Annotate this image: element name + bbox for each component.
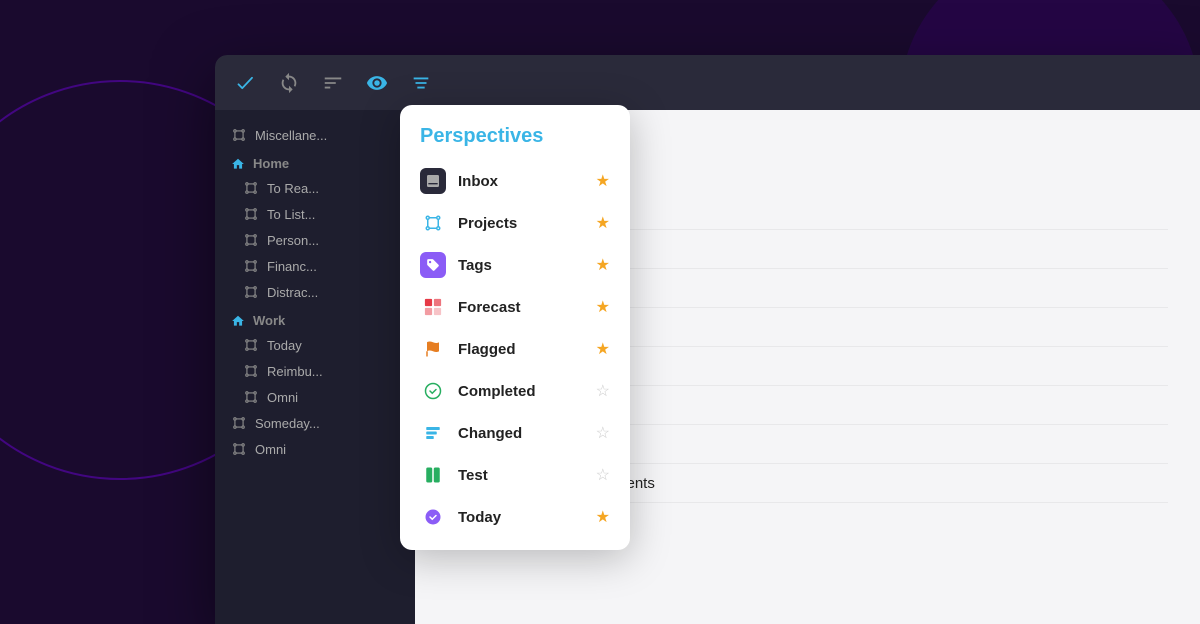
sidebar-label-miscellaneous: Miscellane... xyxy=(255,128,327,143)
perspective-label-completed: Completed xyxy=(458,383,596,400)
inbox-perspective-icon xyxy=(420,168,446,194)
perspective-label-flagged: Flagged xyxy=(458,341,596,358)
node-icon xyxy=(243,363,259,379)
sidebar-header-home[interactable]: Home xyxy=(215,148,415,175)
sidebar-label-omni-work: Omni xyxy=(267,390,298,405)
node-icon xyxy=(231,441,247,457)
toolbar-perspectives-icon[interactable] xyxy=(407,69,435,97)
sidebar-item-finance[interactable]: Financ... xyxy=(215,253,415,279)
perspective-item-forecast[interactable]: Forecast ★ xyxy=(400,286,630,328)
perspectives-title: Perspectives xyxy=(400,125,630,160)
changed-perspective-icon xyxy=(420,420,446,446)
perspective-item-flagged[interactable]: Flagged ★ xyxy=(400,328,630,370)
sidebar-item-someday[interactable]: Someday... xyxy=(215,410,415,436)
perspective-label-inbox: Inbox xyxy=(458,173,596,190)
test-perspective-icon xyxy=(420,462,446,488)
perspective-item-completed[interactable]: Completed ☆ xyxy=(400,370,630,412)
perspective-label-tags: Tags xyxy=(458,257,596,274)
perspective-label-changed: Changed xyxy=(458,425,596,442)
sidebar-item-toread[interactable]: To Rea... xyxy=(215,175,415,201)
node-icon xyxy=(231,127,247,143)
star-completed[interactable]: ☆ xyxy=(596,381,610,401)
sidebar-label-someday: Someday... xyxy=(255,416,320,431)
star-tags[interactable]: ★ xyxy=(596,255,610,275)
app-window: Miscellane... Home To Rea... To List... xyxy=(215,55,1200,624)
star-today[interactable]: ★ xyxy=(596,507,610,527)
perspective-item-changed[interactable]: Changed ☆ xyxy=(400,412,630,454)
toolbar xyxy=(215,55,1200,110)
node-icon xyxy=(243,389,259,405)
node-icon xyxy=(243,337,259,353)
perspective-label-forecast: Forecast xyxy=(458,299,596,316)
toolbar-eye-icon[interactable] xyxy=(363,69,391,97)
sidebar-label-home: Home xyxy=(253,156,289,171)
sidebar-item-today[interactable]: Today xyxy=(215,332,415,358)
perspective-label-today: Today xyxy=(458,509,596,526)
sidebar-item-omni[interactable]: Omni xyxy=(215,436,415,462)
sidebar-item-reimbu[interactable]: Reimbu... xyxy=(215,358,415,384)
main-content: Miscellane... Home To Rea... To List... xyxy=(215,110,1200,624)
star-test[interactable]: ☆ xyxy=(596,465,610,485)
sidebar-label-distracted: Distrac... xyxy=(267,285,318,300)
node-icon xyxy=(243,258,259,274)
star-flagged[interactable]: ★ xyxy=(596,339,610,359)
completed-perspective-icon xyxy=(420,378,446,404)
projects-perspective-icon xyxy=(420,210,446,236)
toolbar-filter-icon[interactable] xyxy=(319,69,347,97)
sidebar-item-tolisten[interactable]: To List... xyxy=(215,201,415,227)
sidebar-item-personal[interactable]: Person... xyxy=(215,227,415,253)
sidebar-item-miscellaneous[interactable]: Miscellane... xyxy=(215,122,415,148)
perspective-item-inbox[interactable]: Inbox ★ xyxy=(400,160,630,202)
perspective-label-test: Test xyxy=(458,467,596,484)
star-forecast[interactable]: ★ xyxy=(596,297,610,317)
perspectives-dropdown: Perspectives Inbox ★ Projects ★ Tags ★ xyxy=(400,105,630,550)
sidebar-label-personal: Person... xyxy=(267,233,319,248)
sidebar-item-distracted[interactable]: Distrac... xyxy=(215,279,415,305)
forecast-perspective-icon xyxy=(420,294,446,320)
sidebar-label-toread: To Rea... xyxy=(267,181,319,196)
perspective-item-today[interactable]: Today ★ xyxy=(400,496,630,538)
sidebar-label-today: Today xyxy=(267,338,302,353)
sidebar-label-omni: Omni xyxy=(255,442,286,457)
perspective-item-tags[interactable]: Tags ★ xyxy=(400,244,630,286)
node-icon xyxy=(243,232,259,248)
star-inbox[interactable]: ★ xyxy=(596,171,610,191)
sidebar-header-work[interactable]: Work xyxy=(215,305,415,332)
sidebar-label-tolisten: To List... xyxy=(267,207,315,222)
sidebar-label-work: Work xyxy=(253,313,285,328)
star-changed[interactable]: ☆ xyxy=(596,423,610,443)
star-projects[interactable]: ★ xyxy=(596,213,610,233)
sidebar-item-omni-work[interactable]: Omni xyxy=(215,384,415,410)
perspective-item-projects[interactable]: Projects ★ xyxy=(400,202,630,244)
tags-perspective-icon xyxy=(420,252,446,278)
perspective-label-projects: Projects xyxy=(458,215,596,232)
node-icon xyxy=(231,415,247,431)
perspective-item-test[interactable]: Test ☆ xyxy=(400,454,630,496)
sidebar-label-reimbu: Reimbu... xyxy=(267,364,323,379)
node-icon xyxy=(243,180,259,196)
sidebar-label-finance: Financ... xyxy=(267,259,317,274)
node-icon xyxy=(243,284,259,300)
toolbar-tasks-icon[interactable] xyxy=(231,69,259,97)
toolbar-sync-icon[interactable] xyxy=(275,69,303,97)
flagged-perspective-icon xyxy=(420,336,446,362)
sidebar: Miscellane... Home To Rea... To List... xyxy=(215,110,415,624)
node-icon xyxy=(243,206,259,222)
today-perspective-icon xyxy=(420,504,446,530)
